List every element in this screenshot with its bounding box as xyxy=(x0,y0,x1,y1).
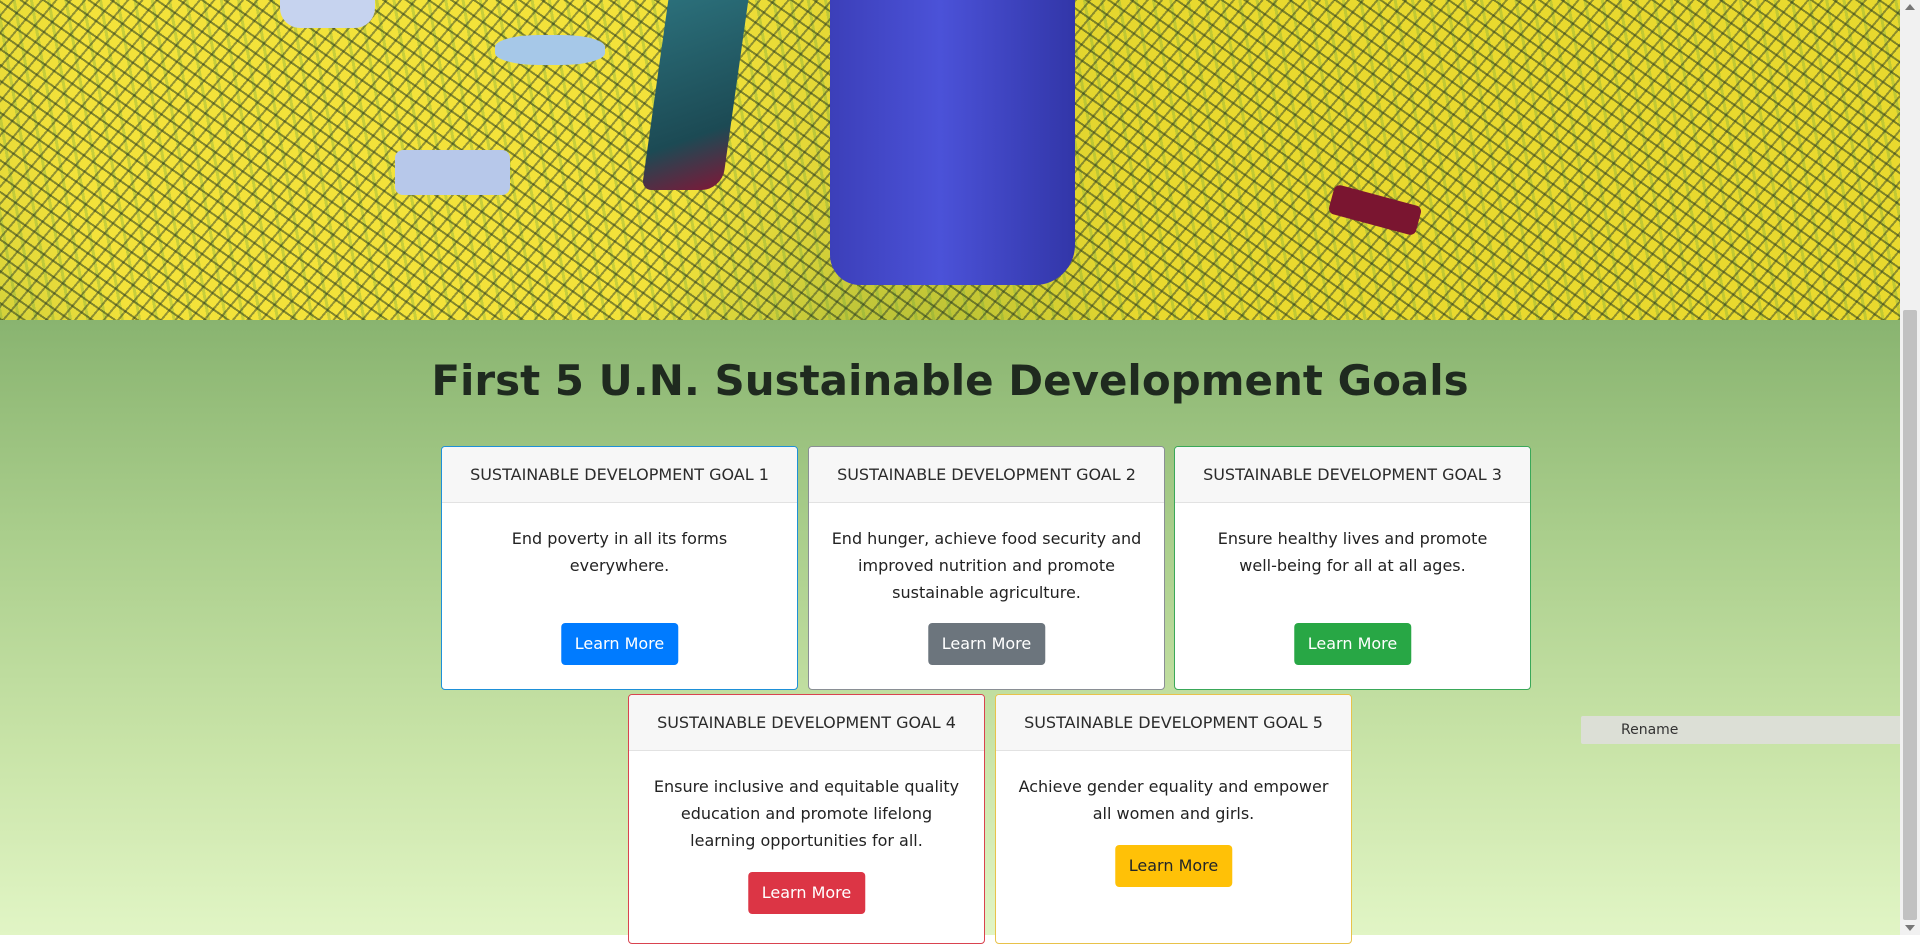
goal-card-2: SUSTAINABLE DEVELOPMENT GOAL 2 End hunge… xyxy=(808,446,1165,690)
scroll-down-arrow-icon[interactable] xyxy=(1905,925,1915,931)
goal-card-header: SUSTAINABLE DEVELOPMENT GOAL 4 xyxy=(629,695,984,751)
goal-card-1: SUSTAINABLE DEVELOPMENT GOAL 1 End pover… xyxy=(441,446,798,690)
rename-menu-item[interactable]: Rename xyxy=(1581,716,1917,744)
learn-more-button-goal-1[interactable]: Learn More xyxy=(560,623,679,665)
learn-more-button-goal-3[interactable]: Learn More xyxy=(1293,623,1412,665)
goal-card-4: SUSTAINABLE DEVELOPMENT GOAL 4 Ensure in… xyxy=(628,694,985,944)
goal-card-header: SUSTAINABLE DEVELOPMENT GOAL 2 xyxy=(809,447,1164,503)
goal-card-3: SUSTAINABLE DEVELOPMENT GOAL 3 Ensure he… xyxy=(1174,446,1531,690)
scroll-up-arrow-icon[interactable] xyxy=(1905,4,1915,10)
hero-decor-shape xyxy=(280,0,375,28)
vertical-scrollbar[interactable] xyxy=(1900,0,1920,935)
goal-card-text: Achieve gender equality and empower all … xyxy=(1018,777,1329,823)
goal-card-text: End poverty in all its forms everywhere. xyxy=(511,529,728,575)
scrollbar-thumb[interactable] xyxy=(1903,310,1917,920)
goal-card-text: End hunger, achieve food security and im… xyxy=(831,529,1142,602)
hero-person-figure xyxy=(830,0,1075,285)
goal-card-header: SUSTAINABLE DEVELOPMENT GOAL 5 xyxy=(996,695,1351,751)
learn-more-button-goal-4[interactable]: Learn More xyxy=(747,872,866,914)
hero-image xyxy=(0,0,1900,320)
hero-decor-shape xyxy=(395,150,510,195)
hero-decor-shape xyxy=(1327,183,1423,237)
hero-decor-shape xyxy=(495,35,605,65)
goals-section: First 5 U.N. Sustainable Development Goa… xyxy=(0,320,1900,944)
goal-card-5: SUSTAINABLE DEVELOPMENT GOAL 5 Achieve g… xyxy=(995,694,1352,944)
goal-card-header: SUSTAINABLE DEVELOPMENT GOAL 1 xyxy=(442,447,797,503)
section-title: First 5 U.N. Sustainable Development Goa… xyxy=(431,356,1469,405)
learn-more-button-goal-5[interactable]: Learn More xyxy=(1114,845,1233,887)
rename-label: Rename xyxy=(1621,722,1679,738)
goal-card-header: SUSTAINABLE DEVELOPMENT GOAL 3 xyxy=(1175,447,1530,503)
hero-bag-figure xyxy=(641,0,749,190)
goal-card-text: Ensure inclusive and equitable quality e… xyxy=(653,777,960,850)
learn-more-button-goal-2[interactable]: Learn More xyxy=(927,623,1046,665)
goal-card-text: Ensure healthy lives and promote well-be… xyxy=(1217,529,1488,575)
